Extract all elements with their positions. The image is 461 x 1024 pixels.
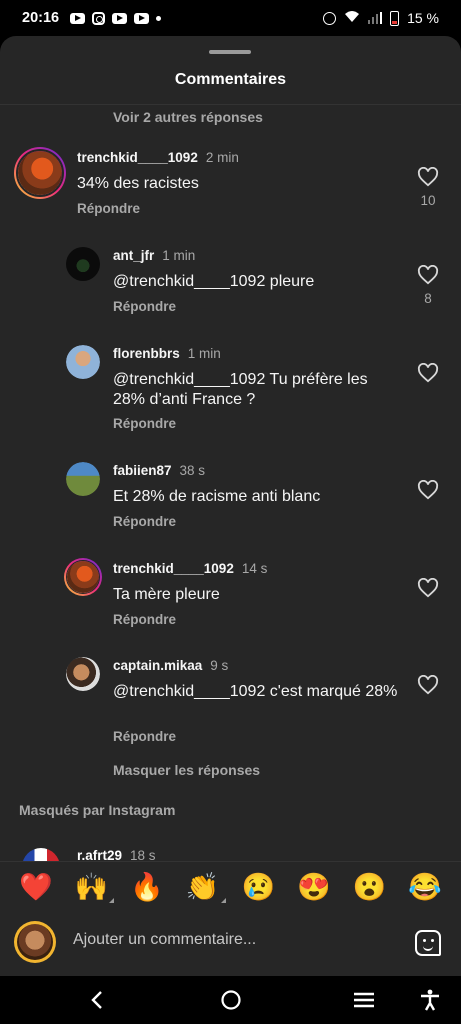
heart-icon[interactable]: [417, 578, 439, 598]
clock: 20:16: [22, 10, 60, 26]
reply-button[interactable]: Répondre: [113, 729, 176, 744]
avatar[interactable]: [66, 462, 100, 496]
reply-button[interactable]: Répondre: [77, 201, 140, 216]
like-count: 10: [420, 193, 436, 208]
divider: [0, 104, 461, 105]
timestamp: 2 min: [205, 150, 239, 165]
system-nav-bar: [0, 976, 461, 1024]
status-bar: 20:16 15 %: [0, 0, 461, 36]
heart-icon[interactable]: [417, 675, 439, 695]
heart-icon[interactable]: [417, 265, 439, 285]
drag-handle[interactable]: [209, 50, 251, 54]
sheet-title: Commentaires: [174, 71, 287, 88]
like-count: 8: [424, 291, 432, 306]
wifi-icon: [344, 10, 360, 26]
avatar[interactable]: [66, 247, 100, 281]
timestamp: 1 min: [187, 346, 221, 361]
username[interactable]: florenbbrs: [113, 346, 180, 361]
timestamp: 38 s: [179, 463, 206, 478]
comment-text: @trenchkid____1092 pleure: [113, 273, 315, 290]
avatar[interactable]: [14, 147, 66, 199]
timestamp: 1 min: [162, 248, 196, 263]
username[interactable]: trenchkid____1092: [113, 561, 234, 576]
skin-tone-indicator: [220, 898, 226, 903]
avatar[interactable]: [66, 345, 100, 379]
comment-username[interactable]: captain.mikaa 9 s: [113, 658, 228, 673]
heart-icon[interactable]: [417, 363, 439, 383]
comment-input[interactable]: Ajouter un commentaire...: [73, 931, 256, 949]
dot-icon: [156, 15, 162, 21]
alarm-icon: [322, 11, 336, 25]
clap-emoji: 👏: [185, 872, 220, 902]
clap-emoji-button[interactable]: 👏: [185, 872, 226, 903]
surprised-emoji-button[interactable]: 😮: [353, 874, 387, 901]
back-icon[interactable]: [86, 988, 110, 1012]
heart-icon[interactable]: [417, 480, 439, 500]
heart-icon[interactable]: [417, 167, 439, 187]
signal-icon: [367, 12, 383, 24]
comment-text: Et 28% de racisme anti blanc: [113, 488, 321, 505]
reply-button[interactable]: Répondre: [113, 299, 176, 314]
username[interactable]: trenchkid____1092: [77, 150, 198, 165]
recents-icon[interactable]: [352, 988, 376, 1012]
comment-composer: Ajouter un commentaire...: [0, 913, 461, 976]
timestamp: 14 s: [241, 561, 268, 576]
view-more-replies-button[interactable]: Voir 2 autres réponses: [113, 109, 263, 125]
youtube-icon: [112, 12, 128, 24]
comment-username[interactable]: florenbbrs 1 min: [113, 346, 221, 361]
heart-eyes-emoji-button[interactable]: 😍: [297, 874, 331, 901]
my-avatar: [14, 921, 56, 963]
battery-low-icon: [390, 10, 400, 26]
username[interactable]: captain.mikaa: [113, 658, 202, 673]
hide-replies-button[interactable]: Masquer les réponses: [113, 762, 260, 778]
battery-percent: 15 %: [407, 10, 439, 26]
comment-username[interactable]: trenchkid____1092 2 min: [77, 150, 239, 165]
comment-text: @trenchkid____1092 Tu préfère les 28% d’…: [113, 371, 368, 408]
comment-username[interactable]: ant_jfr 1 min: [113, 248, 195, 263]
reply-button[interactable]: Répondre: [113, 514, 176, 529]
youtube-icon: [70, 12, 86, 24]
youtube-icon: [134, 12, 150, 24]
fire-emoji-button[interactable]: 🔥: [130, 874, 164, 901]
reply-button[interactable]: Répondre: [113, 612, 176, 627]
comment-text: 34% des racistes: [77, 175, 199, 192]
avatar[interactable]: [64, 558, 102, 596]
hidden-comments-section[interactable]: Masqués par Instagram: [19, 802, 175, 818]
sticker-icon[interactable]: [415, 930, 441, 956]
crying-emoji-button[interactable]: 😢: [242, 874, 276, 901]
raised-hands-emoji: 🙌: [74, 872, 109, 902]
accessibility-icon[interactable]: [418, 988, 442, 1012]
comment-text: Ta mère pleure: [113, 586, 220, 603]
raised-hands-emoji-button[interactable]: 🙌: [74, 872, 115, 903]
comment-username[interactable]: fabiien87 38 s: [113, 463, 205, 478]
comment-text: @trenchkid____1092 c'est marqué 28%: [113, 683, 398, 700]
skin-tone-indicator: [109, 898, 115, 903]
comment-username[interactable]: trenchkid____1092 14 s: [113, 561, 267, 576]
comments-sheet: Commentaires Voir 2 autres réponses tren…: [0, 36, 461, 976]
home-icon[interactable]: [219, 988, 243, 1012]
timestamp: 9 s: [210, 658, 229, 673]
username[interactable]: fabiien87: [113, 463, 172, 478]
laughing-emoji-button[interactable]: 😂: [408, 874, 442, 901]
heart-emoji-button[interactable]: ❤️: [19, 874, 53, 901]
reply-button[interactable]: Répondre: [113, 416, 176, 431]
emoji-reaction-bar: ❤️ 🙌 🔥 👏 😢 😍 😮 😂: [0, 861, 461, 913]
username[interactable]: ant_jfr: [113, 248, 154, 263]
instagram-icon: [92, 11, 106, 25]
avatar[interactable]: [66, 657, 100, 691]
